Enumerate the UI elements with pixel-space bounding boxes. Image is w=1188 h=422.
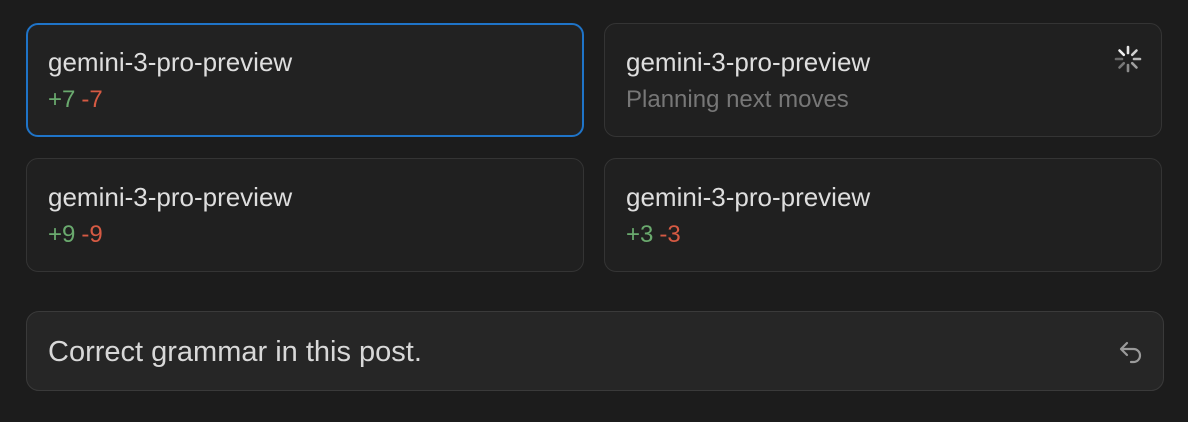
agent-status-text: Planning next moves	[626, 86, 849, 113]
agent-model-name: gemini-3-pro-preview	[626, 47, 871, 77]
deletions-count: -9	[81, 221, 103, 248]
undo-button[interactable]	[1113, 333, 1149, 369]
agent-panel: gemini-3-pro-preview +7 -7 gemini-3-pro-p…	[0, 0, 1188, 422]
undo-arrow-icon	[1119, 341, 1142, 364]
diff-stats: +7 -7	[48, 86, 103, 114]
agent-card-2[interactable]: gemini-3-pro-preview Planning next moves	[604, 23, 1162, 137]
prompt-text: Correct grammar in this post.	[48, 336, 422, 368]
agent-model-name: gemini-3-pro-preview	[48, 47, 293, 77]
loading-spinner-icon	[1114, 45, 1142, 73]
diff-stats: +9 -9	[48, 221, 103, 249]
additions-count: +7	[48, 86, 76, 113]
deletions-count: -7	[81, 86, 103, 113]
deletions-count: -3	[659, 221, 681, 248]
agent-card-3[interactable]: gemini-3-pro-preview +9 -9	[26, 158, 584, 272]
prompt-box[interactable]: Correct grammar in this post.	[26, 311, 1164, 391]
agent-model-name: gemini-3-pro-preview	[626, 182, 871, 212]
agent-model-name: gemini-3-pro-preview	[48, 182, 293, 212]
agent-card-4[interactable]: gemini-3-pro-preview +3 -3	[604, 158, 1162, 272]
agent-card-1[interactable]: gemini-3-pro-preview +7 -7	[26, 23, 584, 137]
diff-stats: +3 -3	[626, 221, 681, 249]
additions-count: +9	[48, 221, 76, 248]
additions-count: +3	[626, 221, 654, 248]
